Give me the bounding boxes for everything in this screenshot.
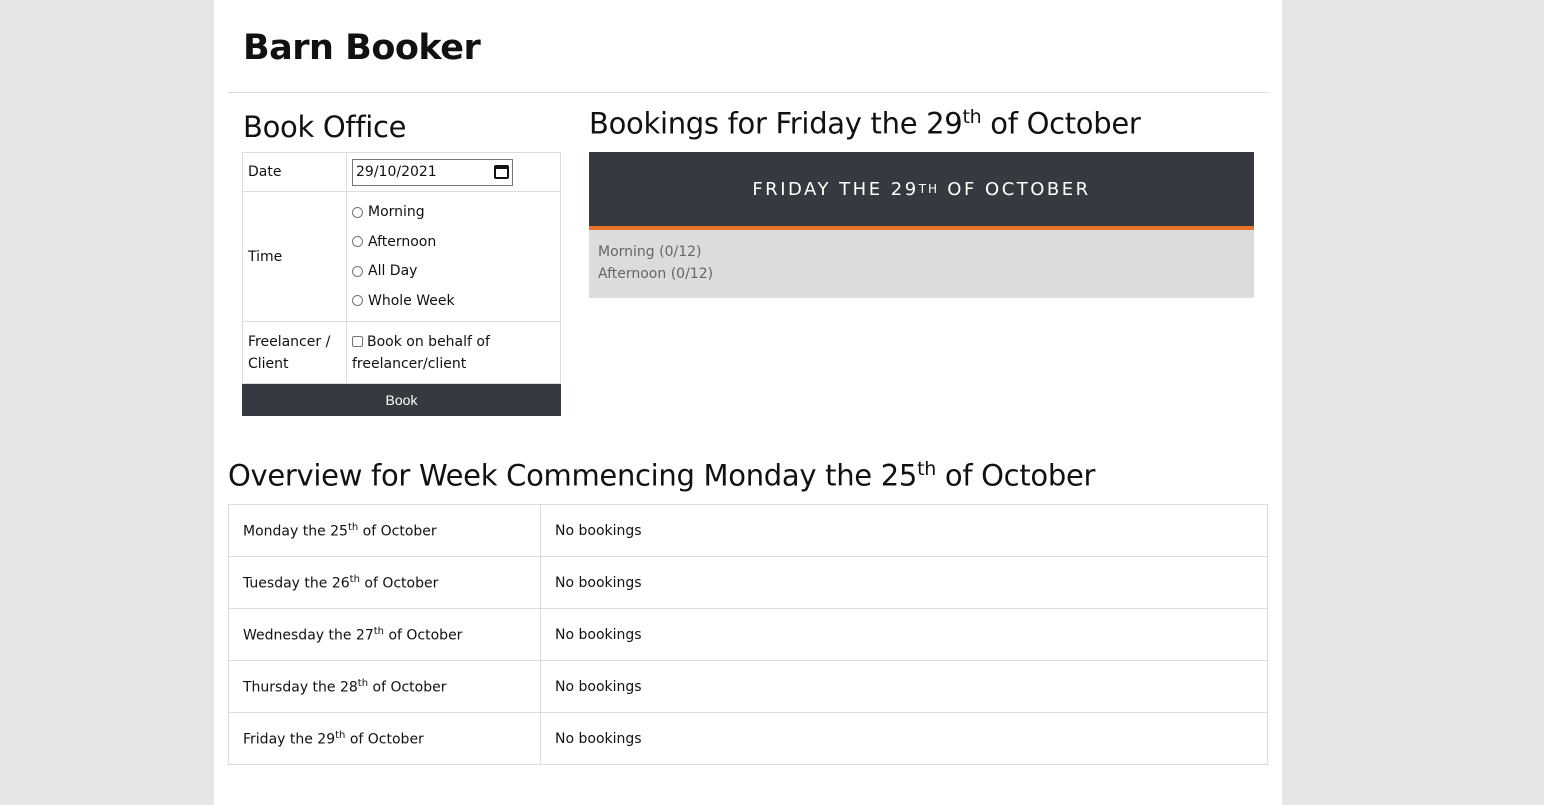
afternoon-radio[interactable] — [352, 236, 363, 248]
all-day-radio[interactable] — [352, 265, 363, 277]
day-booking-panel: FRIDAY THE 29 TH OF OCTOBER Morning (0/12… — [589, 152, 1254, 298]
overview-day: Wednesday the 27th of October — [228, 608, 541, 661]
freelancer-checkbox[interactable] — [352, 335, 363, 347]
overview-day-ordinal: th — [357, 677, 369, 689]
day-header-ordinal: TH — [918, 182, 940, 196]
afternoon-radio-label: Afternoon — [368, 233, 437, 250]
table-row: Wednesday the 27th of October No booking… — [228, 608, 1268, 661]
day-header-suffix: OF OCTOBER — [939, 178, 1091, 200]
app-title: Barn Booker — [243, 28, 481, 68]
overview-status: No bookings — [540, 608, 1268, 661]
overview-day-ordinal: th — [335, 729, 346, 741]
book-office-heading: Book Office — [243, 110, 407, 144]
calendar-icon[interactable] — [494, 165, 509, 179]
overview-status: No bookings — [540, 660, 1268, 713]
date-value: 29/10/2021 — [356, 164, 437, 180]
freelancer-label: Freelancer / Client — [242, 321, 347, 384]
morning-radio[interactable] — [352, 206, 363, 218]
table-row: Thursday the 28th of October No bookings — [228, 660, 1268, 713]
booking-form-table: Date 29/10/2021 Time Morning Afternoon A… — [242, 152, 561, 384]
time-option-morning[interactable]: Morning — [352, 198, 555, 228]
table-row: Friday the 29th of October No bookings — [228, 712, 1268, 765]
overview-heading: Overview for Week Commencing Monday the … — [228, 458, 1095, 493]
time-option-afternoon[interactable]: Afternoon — [352, 227, 555, 257]
overview-day-month: of October — [368, 679, 447, 696]
overview-day-text: Thursday the 28 — [243, 679, 358, 696]
overview-day-ordinal: th — [373, 625, 385, 637]
whole-week-radio-label: Whole Week — [368, 292, 455, 309]
overview-day-text: Monday the 25 — [243, 523, 348, 540]
slot-afternoon: Afternoon (0/12) — [598, 266, 714, 282]
overview-day-ordinal: th — [347, 521, 359, 533]
date-input[interactable]: 29/10/2021 — [352, 158, 513, 186]
morning-radio-label: Morning — [368, 204, 425, 221]
overview-day: Tuesday the 26th of October — [228, 556, 541, 609]
bookings-heading: Bookings for Friday the 29th of October — [589, 106, 1141, 141]
time-option-whole-week[interactable]: Whole Week — [352, 286, 555, 316]
overview-day: Monday the 25th of October — [228, 504, 541, 557]
overview-day-month: of October — [384, 627, 463, 644]
time-option-all-day[interactable]: All Day — [352, 257, 555, 287]
freelancer-option[interactable]: Book on behalf of freelancer/client — [346, 321, 561, 384]
overview-day-text: Wednesday the 27 — [243, 627, 374, 644]
time-label: Time — [242, 191, 347, 322]
overview-status: No bookings — [540, 712, 1268, 765]
all-day-radio-label: All Day — [368, 263, 418, 280]
freelancer-checkbox-label: Book on behalf of freelancer/client — [352, 333, 490, 372]
overview-status: No bookings — [540, 556, 1268, 609]
overview-day-ordinal: th — [349, 573, 360, 585]
page-container: Barn Booker Book Office Date 29/10/2021 … — [214, 0, 1282, 805]
book-button[interactable]: Book — [242, 384, 561, 416]
table-row: Monday the 25th of October No bookings — [228, 504, 1268, 557]
day-header: FRIDAY THE 29 TH OF OCTOBER — [589, 152, 1254, 226]
overview-day-month: of October — [359, 575, 439, 592]
overview-day-text: Tuesday the 26 — [243, 575, 350, 592]
bookings-heading-prefix: Bookings for Friday the 29 — [589, 106, 963, 141]
overview-heading-prefix: Overview for Week Commencing Monday the … — [228, 458, 918, 493]
whole-week-radio[interactable] — [352, 295, 363, 307]
day-slots: Morning (0/12) Afternoon (0/12) — [589, 230, 1254, 298]
overview-day-text: Friday the 29 — [243, 731, 336, 748]
bookings-heading-ordinal: th — [962, 106, 982, 128]
overview-day: Friday the 29th of October — [228, 712, 541, 765]
day-header-prefix: FRIDAY THE 29 — [752, 178, 919, 200]
title-divider — [228, 92, 1269, 93]
overview-day: Thursday the 28th of October — [228, 660, 541, 713]
date-label: Date — [242, 152, 347, 192]
overview-status: No bookings — [540, 504, 1268, 557]
overview-day-month: of October — [345, 731, 424, 748]
overview-heading-ordinal: th — [917, 458, 936, 480]
bookings-heading-suffix: of October — [981, 106, 1141, 141]
week-overview-table: Monday the 25th of October No bookings T… — [228, 504, 1268, 765]
table-row: Tuesday the 26th of October No bookings — [228, 556, 1268, 609]
overview-day-month: of October — [358, 523, 437, 540]
overview-heading-suffix: of October — [935, 458, 1096, 493]
